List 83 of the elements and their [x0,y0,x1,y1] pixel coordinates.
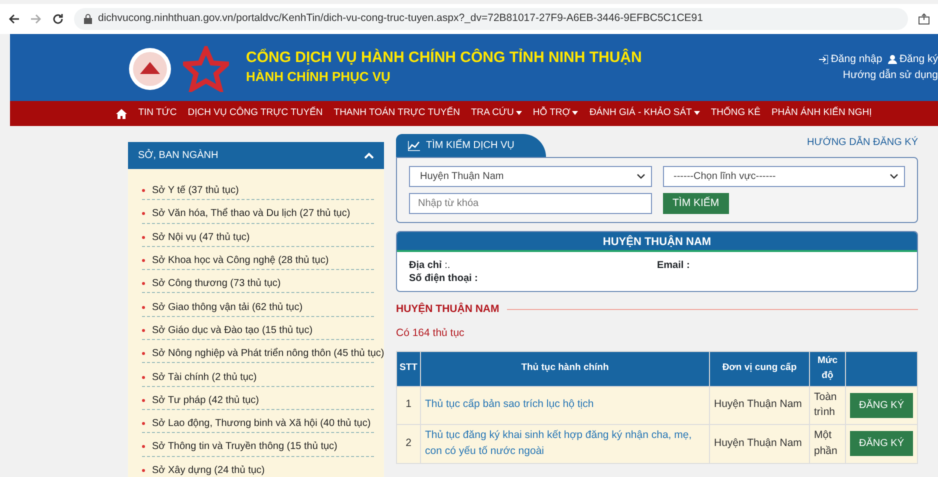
department-link[interactable]: Sở Thông tin và Truyền thông (15 thủ tục) [152,439,338,454]
column-header: Đơn vị cung cấp [709,351,810,386]
portal-subtitle: HÀNH CHÍNH PHỤC VỤ [246,68,392,86]
department-link[interactable]: Sở Xây dựng (24 thủ tục) [152,462,265,477]
table-cell: Huyện Thuận Nam [709,424,810,463]
nav-link[interactable]: DỊCH VỤ CÔNG TRỰC TUYẾN [188,106,323,121]
nav-link[interactable]: THỐNG KÊ [710,106,760,121]
guide-link[interactable]: Hướng dẫn sử dụng [819,68,938,84]
login-link[interactable]: Đăng nhập [819,52,882,68]
department-link[interactable]: Sở Công thương (73 thủ tục) [152,276,281,292]
department-link[interactable]: Sở Văn hóa, Thể thao và Du lịch (27 thủ tục) [152,206,350,222]
register-button[interactable]: ĐĂNG KÝ [850,431,913,456]
home-icon[interactable] [116,108,128,118]
caret-icon [516,110,522,115]
emblem-logo [128,47,172,91]
results-heading: HUYỆN THUẬN NAM [396,302,500,317]
nav-link[interactable]: HỖ TRỢ [532,106,578,121]
department-link[interactable]: Sở Khoa học và Công nghệ (28 thủ tục) [152,253,329,268]
address-bar[interactable]: dichvucong.ninhthuan.gov.vn/portaldvc/KenhTin/dich-vu-cong-truc-tuyen.aspx?_dv=72B81017-27F9-A6EB-3446-9EFBC5C1CE91 [74,8,908,30]
back-icon[interactable] [8,13,20,25]
bullet-icon [142,189,145,192]
search-tab-label: TÌM KIẾM DỊCH VỤ [426,138,514,153]
nav-link[interactable]: PHẢN ÁNH KIẾN NGHỊ [771,106,872,121]
reload-icon[interactable] [52,13,64,25]
keyword-field[interactable]: Nhập từ khóa [409,193,652,214]
column-header: STT [396,351,420,386]
share-icon[interactable] [918,13,930,25]
bullet-icon [142,236,145,239]
phone-label: Số điện thoại : [409,272,479,285]
table-cell: Huyện Thuận Nam [709,386,810,424]
table-cell: Một phần [809,424,846,463]
bullet-icon [142,282,145,286]
login-icon [819,55,828,64]
chevron-down-icon [636,174,644,179]
table-cell: 1 [396,386,420,424]
caret-icon [694,110,700,115]
column-header: Mức độ [809,351,846,386]
department-link[interactable]: Sở Nội vụ (47 thủ tục) [152,230,250,245]
bullet-icon [142,306,145,309]
caret-icon [572,110,578,115]
user-icon [888,55,897,64]
table-cell: Toàn trình [809,386,846,424]
department-link[interactable]: Sở Y tế (37 thủ tục) [152,183,239,198]
chart-icon [408,140,420,150]
nav-link[interactable]: ĐÁNH GIÁ - KHẢO SÁT [589,106,700,121]
department-link[interactable]: Sở Nông nghiệp và Phát triển nông thôn (45 thủ tục) [152,346,384,362]
search-button[interactable]: TÌM KIẾM [662,193,730,214]
lock-icon [84,14,92,24]
star-logo [183,46,229,92]
department-link[interactable]: Sở Giao thông vận tải (62 thủ tục) [152,300,303,315]
register-button[interactable]: ĐĂNG KÝ [850,392,913,418]
bullet-icon [142,352,145,356]
nav-link[interactable]: TRA CỨU [470,106,522,121]
bullet-icon [142,422,145,426]
column-header: Thủ tục hành chính [420,351,710,386]
bullet-icon [142,398,145,402]
bullet-icon [142,259,145,262]
select-field[interactable]: ------Chọn lĩnh vực------ [662,166,905,187]
register-link[interactable]: Đăng ký [888,52,938,68]
department-link[interactable]: Sở Giáo dục và Đào tạo (15 thủ tục) [152,322,313,338]
collapse-icon[interactable] [364,152,374,159]
bullet-icon [142,468,145,472]
department-link[interactable]: Sở Tài chính (2 thủ tục) [152,370,257,385]
bullet-icon [142,212,145,216]
bullet-icon [142,445,145,448]
portal-title: CỔNG DỊCH VỤ HÀNH CHÍNH CÔNG TỈNH NINH THUẬN [246,48,642,67]
department-link[interactable]: Sở Lao động, Thương binh và Xã hội (40 thủ tục) [152,416,371,432]
department-link[interactable]: Sở Tư pháp (42 thủ tục) [152,392,260,408]
unit-title: HUYỆN THUẬN NAM [397,232,917,252]
address-label: Địa chỉ :. [409,259,452,272]
bullet-icon [142,328,145,332]
guide-register-link[interactable]: HƯỚNG DẪN ĐĂNG KÝ [806,135,918,150]
search-tab[interactable]: TÌM KIẾM DỊCH VỤ [396,134,546,157]
nav-link[interactable]: THANH TOÁN TRỰC TUYẾN [334,106,460,121]
sidebar-title: SỞ, BAN NGÀNH [138,148,218,163]
table-cell: 2 [396,424,420,463]
bullet-icon [142,376,145,379]
select-field[interactable]: Huyện Thuận Nam [409,166,652,187]
url-text: dichvucong.ninhthuan.gov.vn/portaldvc/KenhTin/dich-vu-cong-truc-tuyen.aspx?_dv=72B81017-27F9-A6EB-3446-9EFBC5C1CE91 [98,11,703,26]
chevron-down-icon [890,174,898,179]
nav-link[interactable]: TIN TỨC [138,106,177,121]
results-count: Có 164 thủ tục [396,326,466,341]
email-label: Email : [657,259,691,272]
